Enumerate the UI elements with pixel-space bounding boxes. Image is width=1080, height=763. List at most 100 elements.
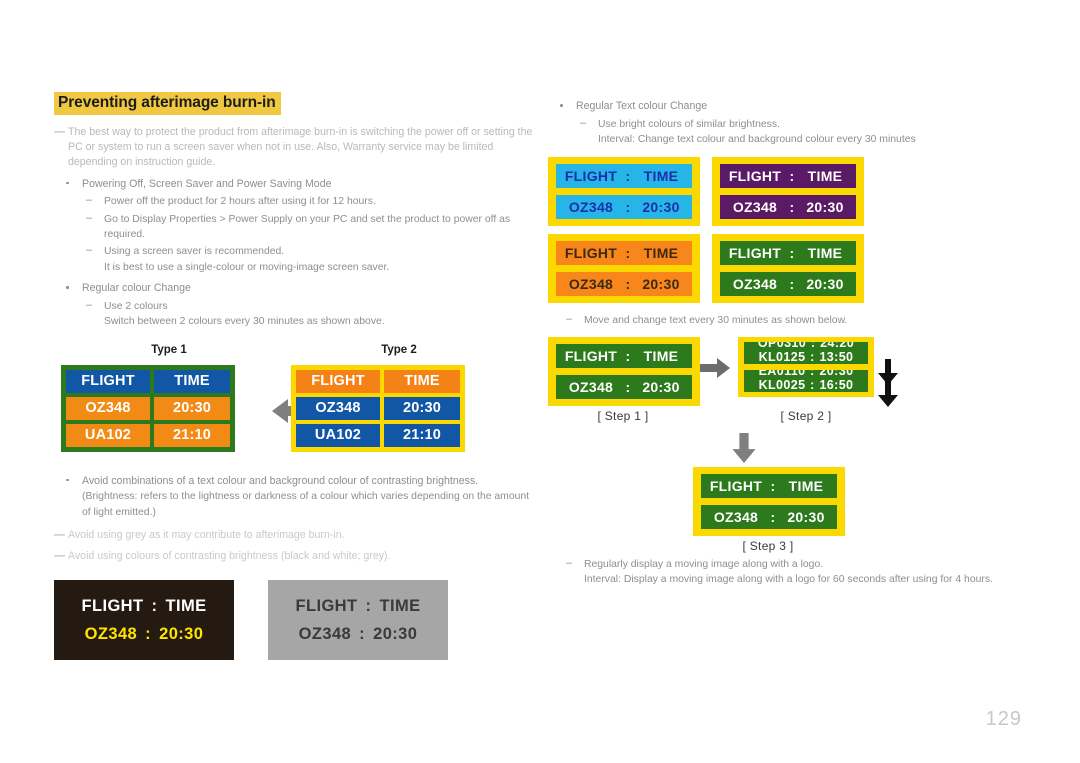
separator-colon: : (789, 168, 795, 185)
sub-use-2-colours-label: Use 2 colours (104, 300, 168, 312)
sub-screen-saver-cont: It is best to use a single-colour or mov… (104, 261, 390, 273)
step2-caption: [ Step 2 ] (780, 408, 832, 423)
value-flight-code: OZ348 (568, 276, 614, 293)
separator-colon: : (810, 377, 815, 392)
bullet-avoid-contrast: Avoid combinations of a text colour and … (54, 474, 534, 490)
separator-colon: : (789, 245, 795, 262)
step-figure-bottom: FLIGHT : TIME OZ348 : 20:30 [ Step 3 ] (548, 466, 1018, 555)
separator-colon: : (625, 199, 631, 216)
board-header-row: FLIGHT : TIME (720, 241, 856, 266)
note-dash-icon: ― (54, 550, 65, 563)
header-time: TIME (384, 369, 460, 393)
value-time: 16:50 (819, 377, 854, 392)
value-time: 20:30 (806, 276, 844, 293)
separator-colon: : (810, 349, 815, 364)
value-flight-code: KL0125 (758, 349, 806, 364)
ndash-icon: – (566, 313, 573, 326)
scroll-window-bottom: EA0110:20:30 KL0025:16:50 (744, 369, 868, 392)
value-flight-code: OZ348 (732, 199, 778, 216)
scroll-rows-top: OP0310:24:20 KL0125:13:50 (744, 342, 868, 364)
value-flight-code: EA0110 (758, 369, 806, 378)
label-flight: FLIGHT (295, 597, 358, 616)
separator-colon: : (359, 625, 366, 644)
sub-screen-saver: – Using a screen saver is recommended. (82, 244, 534, 259)
separator-colon: : (625, 168, 631, 185)
colour-board-grid: FLIGHT : TIME OZ348 : 20:30 FLIGHT : TIM… (548, 157, 1018, 304)
step3-flight-board: FLIGHT : TIME OZ348 : 20:30 (693, 466, 845, 536)
cell-flight-2: UA102 (66, 423, 150, 447)
grey-flight-board: FLIGHT: TIME OZ348:20:30 (268, 580, 448, 661)
cell-time-2: 21:10 (154, 423, 230, 447)
sub-move-change-text: – Move and change text every 30 minutes … (562, 313, 1018, 328)
value-time: 20:30 (806, 199, 844, 216)
sub-display-properties-label: Go to Display Properties > Power Supply … (104, 213, 511, 241)
arrow-right-icon (700, 357, 730, 378)
purple-flight-board: FLIGHT : TIME OZ348 : 20:30 (712, 157, 864, 227)
document-page: Preventing afterimage burn-in ― The best… (0, 0, 1080, 763)
board-header-row: FLIGHT : TIME (556, 164, 692, 189)
label-time: TIME (643, 245, 679, 262)
board-header-row: FLIGHT : TIME (556, 343, 692, 368)
value-flight-code: KL0025 (758, 377, 806, 392)
bullet-powering-off: Powering Off, Screen Saver and Power Sav… (54, 177, 534, 193)
sub-bright-colours-label: Use bright colours of similar brightness… (598, 118, 780, 130)
value-time: 20:30 (159, 625, 204, 644)
separator-colon: : (625, 276, 631, 293)
value-flight-code: OZ348 (298, 625, 352, 644)
separator-colon: : (625, 347, 631, 364)
scroll-row: EA0110:20:30 (744, 370, 868, 378)
board-data-row: OZ348 : 20:30 (720, 195, 856, 220)
ndash-icon: – (566, 556, 573, 569)
cell-flight-2: UA102 (296, 423, 380, 447)
step-arrow-right-wrap (700, 357, 730, 384)
cell-time-1: 20:30 (384, 396, 460, 420)
ndash-icon: – (86, 194, 93, 207)
note-avoid-grey: ― Avoid using grey as it may contribute … (54, 528, 534, 543)
scroll-arrow-2-wrap (878, 380, 898, 412)
board-header-row: FLIGHT : TIME (556, 241, 692, 266)
value-flight-code: OZ348 (713, 508, 759, 525)
value-time: 20:30 (819, 369, 854, 378)
step-figure-top: FLIGHT : TIME OZ348 : 20:30 [ Step 1 ] O… (548, 336, 1018, 437)
board-header-row: FLIGHT TIME (296, 369, 460, 393)
label-flight: FLIGHT (564, 168, 618, 185)
ndash-icon: – (86, 211, 93, 224)
step1-caption: [ Step 1 ] (597, 408, 649, 423)
bullet-powering-off-label: Powering Off, Screen Saver and Power Sav… (82, 177, 332, 190)
value-time: 20:30 (373, 625, 418, 644)
step3-caption: [ Step 3 ] (742, 538, 794, 553)
sub-moving-image-logo-label: Regularly display a moving image along w… (584, 558, 824, 570)
sub-move-change-text-label: Move and change text every 30 minutes as… (584, 315, 848, 327)
board-data-row: OZ348 : 20:30 (701, 504, 837, 529)
note-avoid-contrast: ― Avoid using colours of contrasting bri… (54, 549, 534, 564)
scroll-window-top: OP0310:24:20 KL0125:13:50 (744, 341, 868, 364)
separator-colon: : (365, 597, 372, 616)
value-time: 24:20 (820, 341, 855, 350)
board-header-row: FLIGHT : TIME (720, 164, 856, 189)
sub-screen-saver-label: Using a screen saver is recommended. (104, 246, 285, 258)
separator-colon: : (810, 369, 815, 378)
label-time: TIME (788, 477, 824, 494)
label-flight: FLIGHT (728, 245, 782, 262)
board-row: UA102 21:10 (66, 423, 230, 447)
value-flight-code: OZ348 (84, 625, 138, 644)
separator-colon: : (789, 276, 795, 293)
sub-power-off-2hours-label: Power off the product for 2 hours after … (104, 196, 376, 208)
bullet-text-colour-change-label: Regular Text colour Change (576, 100, 708, 112)
sub-display-properties: – Go to Display Properties > Power Suppl… (82, 212, 534, 243)
ndash-icon: – (86, 244, 93, 257)
step1-flight-board: FLIGHT : TIME OZ348 : 20:30 (548, 336, 700, 406)
label-flight: FLIGHT (564, 347, 618, 364)
type2-label: Type 2 (381, 343, 417, 356)
value-time: 13:50 (819, 349, 854, 364)
bullet-text-colour-change: Regular Text colour Change (548, 99, 1018, 115)
label-flight: FLIGHT (564, 245, 618, 262)
board-row: UA102 21:10 (296, 423, 460, 447)
value-time: 20:30 (787, 508, 825, 525)
colour-change-figure: Type 1 Type 2 FLIGHT TIME OZ348 20:30 UA… (54, 344, 534, 462)
value-time: 20:30 (642, 276, 680, 293)
cell-time-2: 21:10 (384, 423, 460, 447)
value-flight-code: OP0310 (757, 341, 807, 350)
separator-colon: : (151, 597, 158, 616)
board-data-row: OZ348 : 20:30 (556, 272, 692, 297)
